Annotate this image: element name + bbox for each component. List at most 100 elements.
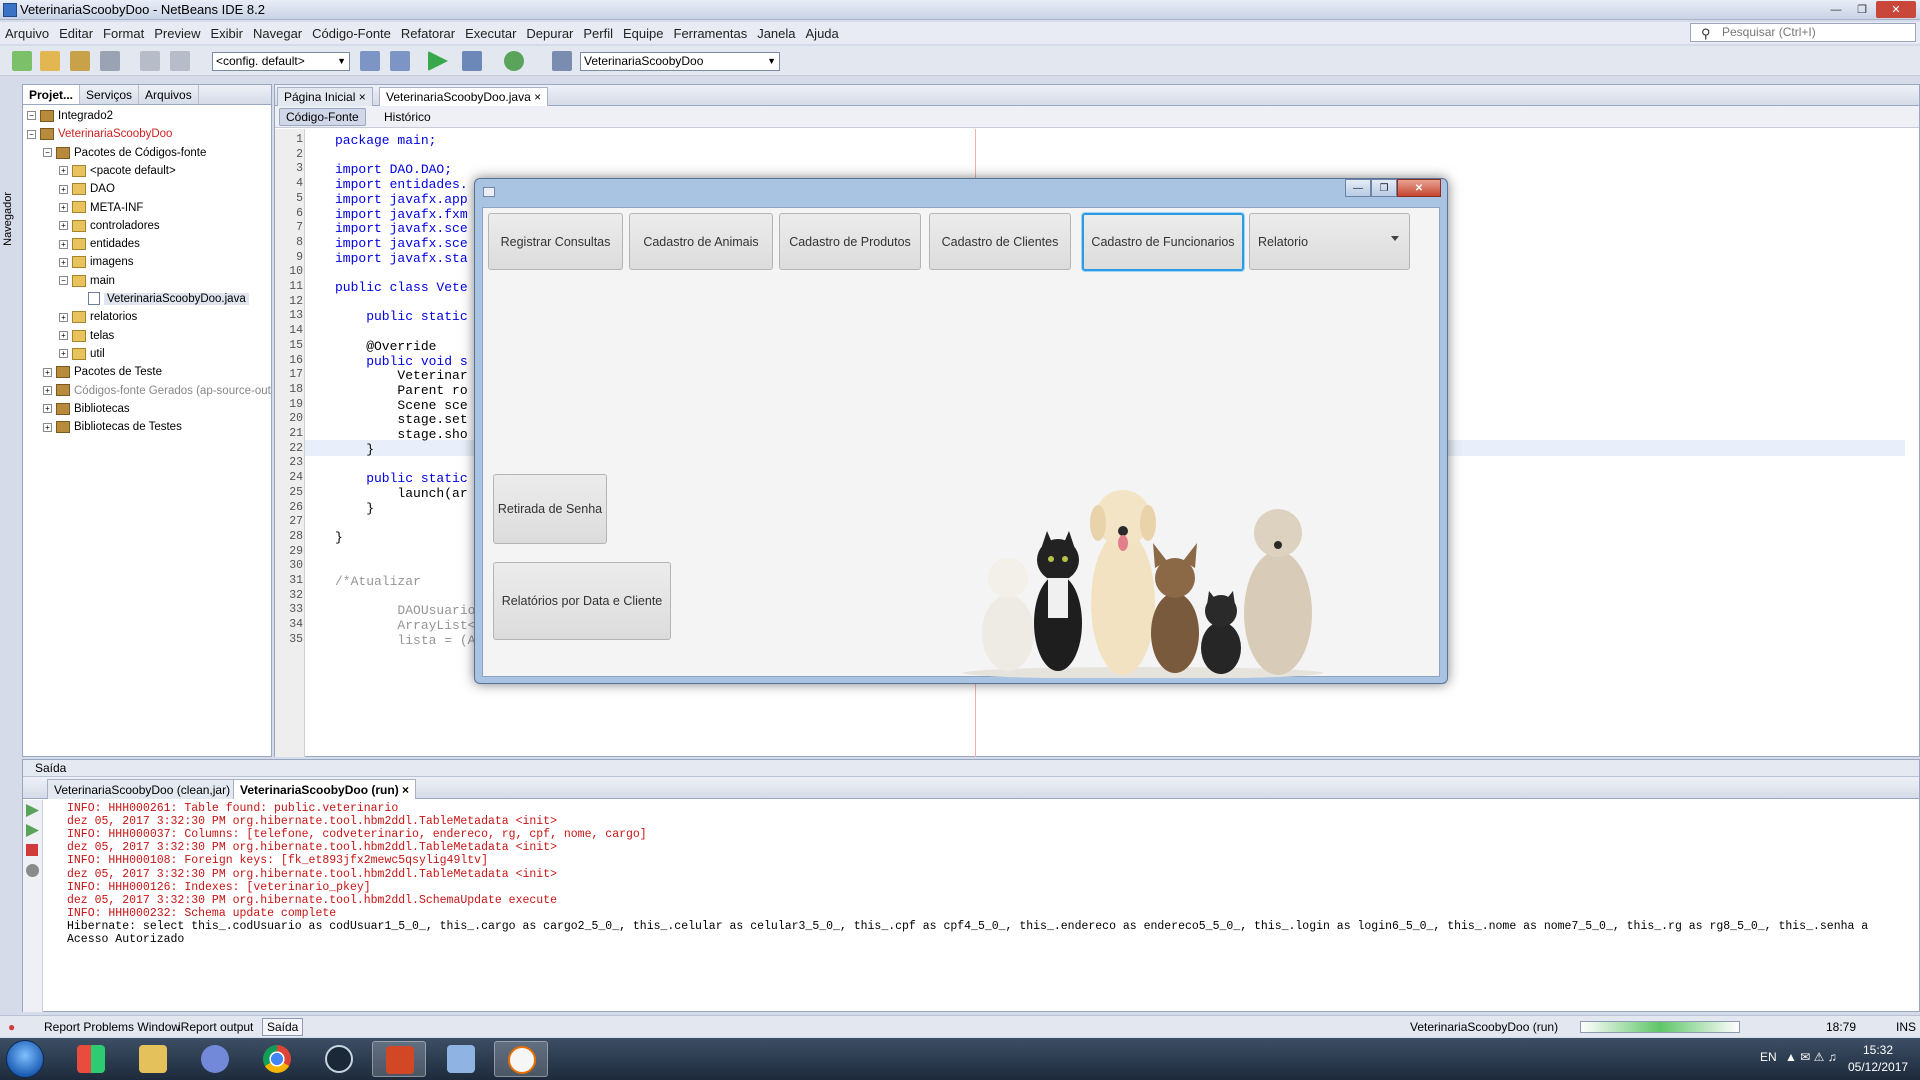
- menu-codigo-fonte[interactable]: Código-Fonte: [307, 26, 396, 41]
- expand-icon[interactable]: +: [43, 367, 52, 377]
- rerun-different-icon[interactable]: [26, 824, 39, 837]
- tree-node[interactable]: − Pacotes de Códigos-fonte: [43, 144, 206, 162]
- undo-icon[interactable]: [140, 51, 160, 71]
- menu-depurar[interactable]: Depurar: [521, 26, 578, 41]
- project-select[interactable]: VeterinariaScoobyDoo ▼: [580, 52, 780, 71]
- expand-icon[interactable]: +: [43, 404, 52, 414]
- tree-node[interactable]: + controladores: [59, 217, 160, 235]
- virtualbox-icon[interactable]: [434, 1041, 488, 1077]
- open-project-icon[interactable]: [70, 51, 90, 71]
- code-line[interactable]: Veterinar: [335, 368, 467, 383]
- new-project-icon[interactable]: [40, 51, 60, 71]
- ireport-output-link[interactable]: iReport output: [178, 1020, 253, 1034]
- chrome-icon[interactable]: [250, 1041, 304, 1077]
- code-line[interactable]: import javafx.sce: [335, 221, 468, 236]
- code-line[interactable]: package main;: [335, 133, 436, 148]
- expand-icon[interactable]: +: [59, 257, 68, 267]
- clean-build-icon[interactable]: [390, 51, 410, 71]
- expand-icon[interactable]: +: [59, 239, 68, 249]
- collapse-icon[interactable]: −: [27, 129, 36, 139]
- minimize-button[interactable]: —: [1345, 179, 1371, 197]
- menu-exibir[interactable]: Exibir: [205, 26, 248, 41]
- expand-icon[interactable]: +: [59, 312, 68, 322]
- retirada-senha-button[interactable]: Retirada de Senha: [493, 474, 607, 544]
- code-line[interactable]: public void s: [335, 354, 467, 369]
- tree-node[interactable]: + <pacote default>: [59, 162, 176, 180]
- tree-node[interactable]: + entidades: [59, 235, 140, 253]
- tree-node[interactable]: + Bibliotecas: [43, 400, 130, 418]
- menu-equipe[interactable]: Equipe: [618, 26, 668, 41]
- tree-node[interactable]: − VeterinariaScoobyDoo: [27, 125, 172, 143]
- project-settings-icon[interactable]: [552, 51, 572, 71]
- minimize-button[interactable]: —: [1824, 1, 1848, 18]
- explorer-icon[interactable]: [126, 1041, 180, 1077]
- tab-pagina-inicial[interactable]: Página Inicial ×: [277, 87, 373, 106]
- code-line[interactable]: Scene sce: [335, 398, 467, 413]
- code-line[interactable]: import javafx.app: [335, 192, 468, 207]
- code-line[interactable]: import javafx.sce: [335, 236, 468, 251]
- debug-icon[interactable]: [462, 51, 482, 71]
- expand-icon[interactable]: +: [59, 349, 68, 359]
- code-line[interactable]: @Override: [335, 339, 436, 354]
- code-line[interactable]: public class Vete: [335, 280, 468, 295]
- tree-node[interactable]: + relatorios: [59, 308, 137, 326]
- tree-node[interactable]: + telas: [59, 327, 114, 345]
- tree-node[interactable]: + Bibliotecas de Testes: [43, 418, 182, 436]
- code-line[interactable]: launch(ar: [335, 486, 467, 501]
- menu-executar[interactable]: Executar: [460, 26, 521, 41]
- close-icon[interactable]: ×: [534, 90, 541, 104]
- close-icon[interactable]: ×: [402, 783, 409, 797]
- tree-node[interactable]: + util: [59, 345, 105, 363]
- code-line[interactable]: public static: [335, 471, 467, 486]
- expand-icon[interactable]: +: [59, 221, 68, 231]
- clock-date[interactable]: 05/12/2017: [1848, 1060, 1908, 1074]
- language-indicator[interactable]: EN: [1760, 1050, 1777, 1064]
- office-icon[interactable]: [64, 1041, 118, 1077]
- code-line[interactable]: stage.sho: [335, 427, 467, 442]
- code-line[interactable]: public static: [335, 309, 467, 324]
- expand-icon[interactable]: +: [43, 422, 52, 432]
- close-button[interactable]: ✕: [1397, 179, 1441, 197]
- new-file-icon[interactable]: [12, 51, 32, 71]
- menu-editar[interactable]: Editar: [54, 26, 98, 41]
- tree-node[interactable]: + imagens: [59, 253, 133, 271]
- tree-node[interactable]: + DAO: [59, 180, 115, 198]
- cadastro-animais-button[interactable]: Cadastro de Animais: [629, 213, 773, 270]
- code-line[interactable]: import javafx.fxm: [335, 207, 468, 222]
- code-line[interactable]: import entidades.: [335, 177, 468, 192]
- tab-run[interactable]: VeterinariaScoobyDoo (run) ×: [233, 779, 417, 799]
- tab-java-file[interactable]: VeterinariaScoobyDoo.java ×: [379, 87, 549, 106]
- tab-services[interactable]: Serviços: [80, 85, 140, 104]
- tab-clean-jar[interactable]: VeterinariaScoobyDoo (clean,jar) ×: [47, 779, 248, 799]
- rerun-icon[interactable]: [26, 804, 39, 817]
- expand-icon[interactable]: +: [59, 166, 68, 176]
- registrar-consultas-button[interactable]: Registrar Consultas: [488, 213, 623, 270]
- presentation-app-icon[interactable]: [372, 1041, 426, 1077]
- close-button[interactable]: ✕: [1876, 1, 1916, 18]
- history-button[interactable]: Histórico: [377, 108, 438, 126]
- cadastro-funcionarios-button[interactable]: Cadastro de Funcionarios: [1082, 213, 1244, 271]
- save-all-icon[interactable]: [100, 51, 120, 71]
- tree-node[interactable]: + Códigos-fonte Gerados (ap-source-out: [43, 382, 271, 400]
- expand-icon[interactable]: +: [43, 385, 52, 395]
- source-button[interactable]: Código-Fonte: [279, 108, 366, 126]
- redo-icon[interactable]: [170, 51, 190, 71]
- windows-start-icon[interactable]: [6, 1040, 44, 1078]
- cadastro-produtos-button[interactable]: Cadastro de Produtos: [779, 213, 921, 270]
- code-line[interactable]: }: [335, 530, 343, 545]
- code-line[interactable]: /*Atualizar: [335, 574, 421, 589]
- code-line[interactable]: stage.set: [335, 412, 467, 427]
- java-icon[interactable]: [494, 1041, 548, 1077]
- discord-icon[interactable]: [188, 1041, 242, 1077]
- expand-icon[interactable]: +: [59, 202, 68, 212]
- relatorio-dropdown[interactable]: Relatorio: [1249, 213, 1410, 270]
- expand-icon[interactable]: +: [59, 331, 68, 341]
- code-line[interactable]: Parent ro: [335, 383, 467, 398]
- menu-ajuda[interactable]: Ajuda: [801, 26, 844, 41]
- collapse-icon[interactable]: −: [43, 148, 52, 158]
- stop-icon[interactable]: [26, 844, 38, 856]
- relatorios-data-cliente-button[interactable]: Relatórios por Data e Cliente: [493, 562, 671, 640]
- code-line[interactable]: import javafx.sta: [335, 251, 468, 266]
- menu-navegar[interactable]: Navegar: [248, 26, 307, 41]
- collapse-icon[interactable]: −: [59, 276, 68, 286]
